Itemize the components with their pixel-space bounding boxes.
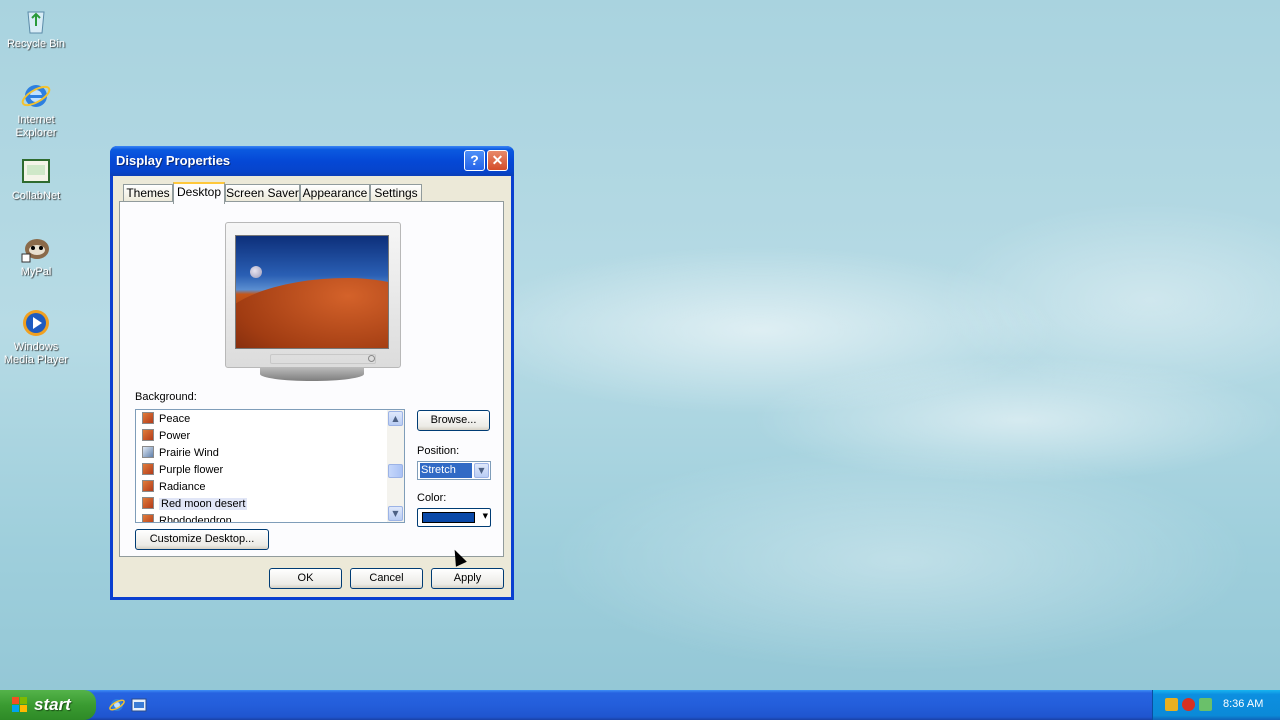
moon-image xyxy=(250,266,262,278)
taskbar: start 8:36 AM xyxy=(0,690,1280,720)
display-properties-window: Display Properties ? ✕ Themes Desktop Sc… xyxy=(110,146,514,600)
security-shield-icon[interactable] xyxy=(1165,698,1178,711)
internet-explorer-icon xyxy=(20,80,52,112)
position-select[interactable]: Stretch ▼ xyxy=(417,461,491,480)
customize-desktop-button[interactable]: Customize Desktop... xyxy=(135,529,269,550)
image-file-icon xyxy=(142,446,154,458)
background-listbox[interactable]: Peace Power Prairie Wind Purple flower R… xyxy=(135,409,405,523)
windows-media-player-icon xyxy=(20,307,52,339)
monitor-power-icon xyxy=(368,355,375,362)
list-item-selected[interactable]: Red moon desert xyxy=(142,496,248,513)
desktop-icon-label: Recycle Bin xyxy=(6,38,66,50)
help-button[interactable]: ? xyxy=(464,150,485,171)
browse-button[interactable]: Browse... xyxy=(417,410,490,431)
desktop-icon-label: Internet Explorer xyxy=(15,114,57,139)
desktop-icon-label: Windows Media Player xyxy=(3,341,69,366)
desktop-icon-windows-media-player[interactable]: Windows Media Player xyxy=(0,307,72,367)
image-file-icon xyxy=(142,480,154,492)
show-desktop-icon[interactable] xyxy=(130,696,148,714)
list-item[interactable]: Power xyxy=(142,428,190,445)
network-icon[interactable] xyxy=(1199,698,1212,711)
recycle-bin-icon xyxy=(20,4,52,36)
dialog-body: Themes Desktop Screen Saver Appearance S… xyxy=(113,176,511,597)
ok-button[interactable]: OK xyxy=(269,568,342,589)
background-label: Background: xyxy=(135,391,197,403)
system-tray: 8:36 AM xyxy=(1152,690,1280,720)
color-swatch xyxy=(422,512,475,523)
list-item[interactable]: Radiance xyxy=(142,479,205,496)
close-button[interactable]: ✕ xyxy=(487,150,508,171)
chevron-down-icon[interactable]: ▼ xyxy=(474,463,489,478)
start-label: start xyxy=(34,695,71,714)
list-item[interactable]: Purple flower xyxy=(142,462,223,479)
mypal-icon xyxy=(20,232,52,264)
vertical-scrollbar[interactable]: ▲ ▼ xyxy=(387,410,404,522)
collabnet-icon xyxy=(20,156,52,188)
desktop-icon-internet-explorer[interactable]: Internet Explorer xyxy=(0,80,72,140)
tab-themes[interactable]: Themes xyxy=(123,184,173,202)
clock[interactable]: 8:36 AM xyxy=(1223,698,1263,710)
wallpaper-preview xyxy=(235,235,389,349)
cancel-button[interactable]: Cancel xyxy=(350,568,423,589)
image-file-icon xyxy=(142,497,154,509)
position-label: Position: xyxy=(417,445,460,457)
image-file-icon xyxy=(142,463,154,475)
list-item[interactable]: Peace xyxy=(142,411,190,428)
desktop-icon-recycle-bin[interactable]: Recycle Bin xyxy=(0,4,72,51)
scroll-down-button[interactable]: ▼ xyxy=(388,506,403,521)
desktop-icon-label: CollabNet xyxy=(11,190,61,202)
apply-button[interactable]: Apply xyxy=(431,568,504,589)
image-file-icon xyxy=(142,412,154,424)
chevron-down-icon: ▼ xyxy=(482,512,488,520)
monitor-stand xyxy=(260,367,364,381)
list-item[interactable]: Prairie Wind xyxy=(142,445,219,462)
tab-desktop[interactable]: Desktop xyxy=(173,182,225,204)
desert-dune-image xyxy=(236,278,388,348)
desktop-icon-mypal[interactable]: MyPal xyxy=(0,232,72,279)
list-item[interactable]: Rhododendron xyxy=(142,513,232,522)
window-title: Display Properties xyxy=(116,153,231,168)
internet-explorer-icon[interactable] xyxy=(108,696,126,714)
title-bar[interactable]: Display Properties ? ✕ xyxy=(110,146,514,176)
security-alert-icon[interactable] xyxy=(1182,698,1195,711)
tab-settings[interactable]: Settings xyxy=(370,184,422,202)
image-file-icon xyxy=(142,514,154,522)
windows-flag-icon xyxy=(12,697,28,713)
tab-appearance[interactable]: Appearance xyxy=(300,184,370,202)
desktop-tab-panel: Background: Peace Power Prairie Wind Pur… xyxy=(119,201,504,557)
image-file-icon xyxy=(142,429,154,441)
color-label: Color: xyxy=(417,492,447,504)
desktop-icon-collabnet[interactable]: CollabNet xyxy=(0,156,72,203)
scroll-up-button[interactable]: ▲ xyxy=(388,411,403,426)
tab-screen-saver[interactable]: Screen Saver xyxy=(225,184,300,202)
monitor-bezel-bar xyxy=(270,354,376,364)
desktop-icon-label: MyPal xyxy=(20,266,52,278)
start-button[interactable]: start xyxy=(0,690,96,720)
monitor-preview xyxy=(225,222,401,368)
scroll-thumb[interactable] xyxy=(388,464,403,478)
position-value: Stretch xyxy=(420,463,472,478)
color-picker-button[interactable]: ▼ xyxy=(417,508,491,527)
